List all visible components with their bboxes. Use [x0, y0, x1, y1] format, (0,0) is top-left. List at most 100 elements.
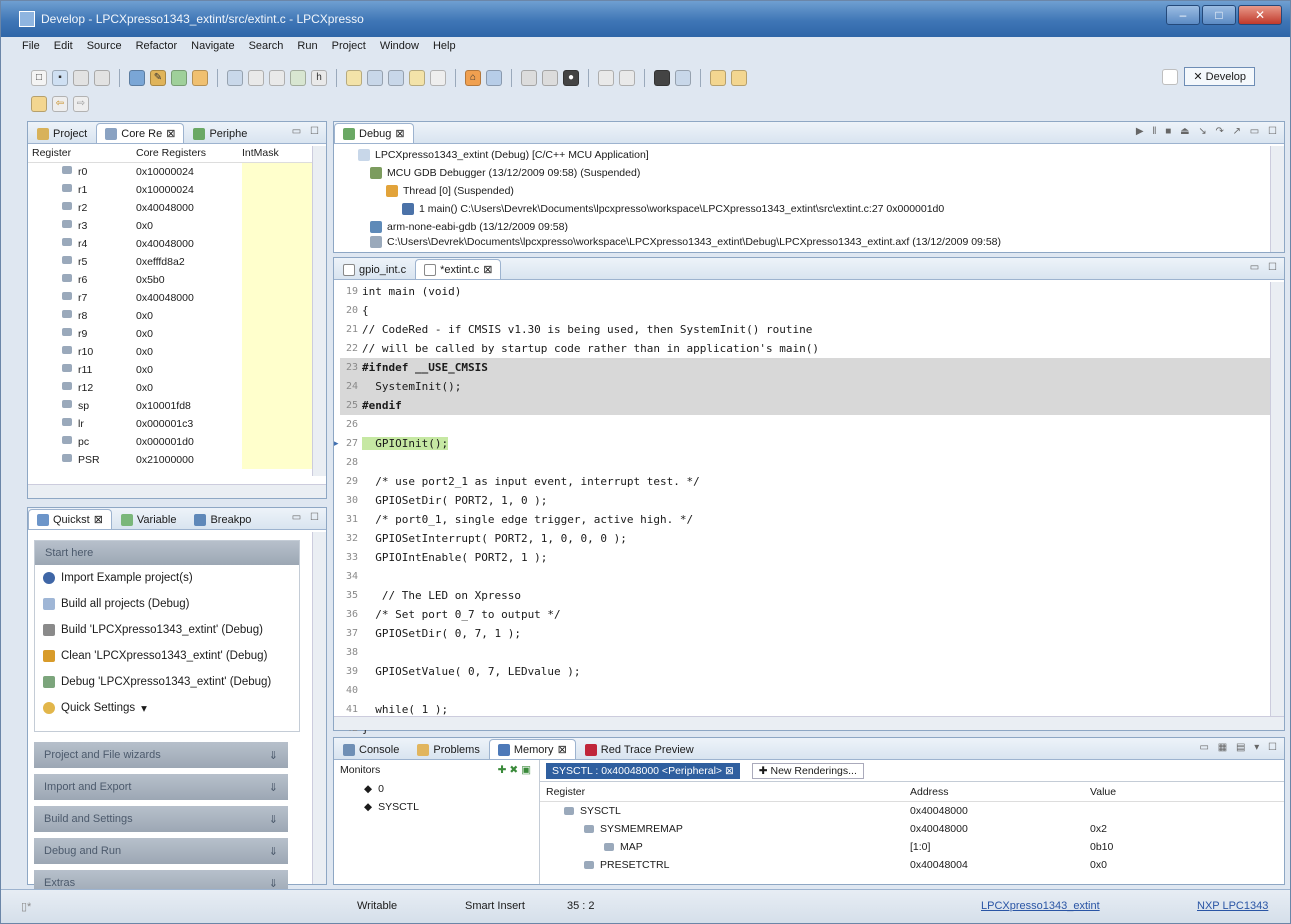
code-line[interactable]: 28 — [340, 453, 1284, 472]
register-row[interactable]: r3 0x0 — [28, 217, 326, 235]
code-line[interactable]: 30 GPIOSetDir( PORT2, 1, 0 ); — [340, 491, 1284, 510]
register-row[interactable]: r9 0x0 — [28, 325, 326, 343]
code-line[interactable]: 34 — [340, 567, 1284, 586]
memory-row[interactable]: MAP [1:0] 0b10 — [540, 838, 1284, 856]
code-line[interactable]: 36 /* Set port 0_7 to output */ — [340, 605, 1284, 624]
search-dropdown-icon[interactable] — [675, 70, 691, 86]
new-project-icon[interactable] — [227, 70, 243, 86]
new-icon[interactable]: □ — [31, 70, 47, 86]
code-line[interactable]: 31 /* port0_1, single edge trigger, acti… — [340, 510, 1284, 529]
last-edit-icon[interactable] — [31, 96, 47, 112]
code-line[interactable]: 19 int main (void) — [340, 282, 1284, 301]
menu-window[interactable]: Window — [379, 40, 420, 58]
tab-peripherals[interactable]: Periphe — [184, 123, 256, 143]
menu-run[interactable]: Run — [296, 40, 318, 58]
clean-project-link[interactable]: Clean 'LPCXpresso1343_extint' (Debug) — [35, 643, 299, 669]
register-row[interactable]: r2 0x40048000 — [28, 199, 326, 217]
tab-console[interactable]: Console — [334, 739, 408, 759]
debug-stack-frame[interactable]: 1 main() C:\Users\Devrek\Documents\lpcxp… — [358, 200, 1284, 218]
start-here-header[interactable]: Start here — [35, 541, 299, 565]
minimize-button[interactable]: – — [1166, 5, 1200, 25]
debug-target[interactable]: MCU GDB Debugger (13/12/2009 09:58) (Sus… — [358, 164, 1284, 182]
debug-gdb-process[interactable]: arm-none-eabi-gdb (13/12/2009 09:58) — [358, 218, 1284, 236]
status-project-link[interactable]: LPCXpresso1343_extint — [981, 900, 1100, 912]
section-debug-run[interactable]: Debug and Run ⇓ — [34, 838, 288, 864]
run-icon[interactable] — [192, 70, 208, 86]
tab-gpio-int[interactable]: gpio_int.c — [334, 259, 415, 279]
step-into-icon[interactable] — [486, 70, 502, 86]
code-line[interactable]: 38 — [340, 643, 1284, 662]
maximize-button[interactable]: □ — [1202, 5, 1236, 25]
new-class-icon[interactable] — [290, 70, 306, 86]
monitor-item[interactable]: ◆ 0 — [334, 780, 539, 798]
tab-problems[interactable]: Problems — [408, 739, 488, 759]
import-example-link[interactable]: Import Example project(s) — [35, 565, 299, 591]
code-line[interactable]: 25 #endif — [340, 396, 1284, 415]
code-line[interactable]: 33 GPIOIntEnable( PORT2, 1 ); — [340, 548, 1284, 567]
target-icon[interactable] — [654, 70, 670, 86]
section-import-export[interactable]: Import and Export ⇓ — [34, 774, 288, 800]
memory-row[interactable]: SYSCTL 0x40048000 — [540, 802, 1284, 820]
register-row[interactable]: PSR 0x21000000 — [28, 451, 326, 469]
debug-toolbar[interactable]: ▶ ‖ ■ ⏏ ↘ ↷ ↗ ▭ ☐ — [1136, 126, 1280, 137]
external-tools-icon[interactable] — [598, 70, 614, 86]
perspective-develop-button[interactable]: ✕ Develop — [1184, 67, 1255, 86]
menu-edit[interactable]: Edit — [53, 40, 74, 58]
register-row[interactable]: lr 0x000001c3 — [28, 415, 326, 433]
menu-search[interactable]: Search — [248, 40, 285, 58]
tab-breakpoints[interactable]: Breakpo — [185, 509, 260, 529]
register-row[interactable]: r5 0xefffd8a2 — [28, 253, 326, 271]
pencil-icon[interactable] — [731, 70, 747, 86]
tab-debug[interactable]: Debug ⊠ — [334, 123, 414, 143]
register-row[interactable]: r0 0x10000024 — [28, 163, 326, 181]
debug-thread[interactable]: Thread [0] (Suspended) — [358, 182, 1284, 200]
back-icon[interactable]: ⇦ — [52, 96, 68, 112]
save-icon[interactable]: ▪ — [52, 70, 68, 86]
menu-file[interactable]: File — [21, 40, 41, 58]
code-line[interactable]: 21 // CodeRed - if CMSIS v1.30 is being u… — [340, 320, 1284, 339]
register-row[interactable]: r4 0x40048000 — [28, 235, 326, 253]
tab-core-registers[interactable]: Core Re ⊠ — [96, 123, 185, 143]
tab-red-trace[interactable]: Red Trace Preview — [576, 739, 703, 759]
annotation-icon[interactable] — [409, 70, 425, 86]
debug-icon[interactable] — [171, 70, 187, 86]
register-row[interactable]: r12 0x0 — [28, 379, 326, 397]
quick-settings-link[interactable]: Quick Settings ▾ — [35, 695, 299, 721]
new-file-icon[interactable] — [248, 70, 264, 86]
bug-icon[interactable]: ● — [563, 70, 579, 86]
open-perspective-icon[interactable] — [1162, 68, 1179, 85]
editor-hscrollbar[interactable] — [334, 716, 1284, 730]
build-project-link[interactable]: Build 'LPCXpresso1343_extint' (Debug) — [35, 617, 299, 643]
code-line[interactable]: 26 — [340, 415, 1284, 434]
tab-variables[interactable]: Variable — [112, 509, 186, 529]
code-line[interactable]: 37 GPIOSetDir( 0, 7, 1 ); — [340, 624, 1284, 643]
register-row[interactable]: r10 0x0 — [28, 343, 326, 361]
code-line[interactable]: 29 /* use port2_1 as input event, interr… — [340, 472, 1284, 491]
register-hscrollbar[interactable] — [28, 484, 326, 498]
register-row[interactable]: r1 0x10000024 — [28, 181, 326, 199]
status-target-link[interactable]: NXP LPC1343 — [1197, 900, 1268, 912]
build-icon[interactable]: ✎ — [150, 70, 166, 86]
memory-row[interactable]: SYSMEMREMAP 0x40048000 0x2 — [540, 820, 1284, 838]
search-icon[interactable] — [388, 70, 404, 86]
tab-quickstart[interactable]: Quickst ⊠ — [28, 509, 112, 529]
close-button[interactable]: ✕ — [1238, 5, 1282, 25]
section-project-wizards[interactable]: Project and File wizards ⇓ — [34, 742, 288, 768]
register-row[interactable]: pc 0x000001d0 — [28, 433, 326, 451]
code-line[interactable]: 35 // The LED on Xpresso — [340, 586, 1284, 605]
section-build-settings[interactable]: Build and Settings ⇓ — [34, 806, 288, 832]
tab-memory[interactable]: Memory ⊠ — [488, 739, 576, 759]
code-line[interactable]: 27 GPIOInit(); — [340, 434, 1284, 453]
home-icon[interactable]: ⌂ — [465, 70, 481, 86]
tab-project[interactable]: Project — [28, 123, 96, 143]
tab-extint[interactable]: *extint.c ⊠ — [415, 259, 502, 279]
memory-toolbar[interactable]: ▭ ▦ ▤ ▾ ☐ — [1200, 742, 1280, 753]
terminate-icon[interactable] — [521, 70, 537, 86]
run-last-icon[interactable] — [619, 70, 635, 86]
code-line[interactable]: 20 { — [340, 301, 1284, 320]
monitor-item[interactable]: ◆ SYSCTL — [334, 798, 539, 816]
debug-project-link[interactable]: Debug 'LPCXpresso1343_extint' (Debug) — [35, 669, 299, 695]
save-all-icon[interactable] — [73, 70, 89, 86]
header-file-icon[interactable]: h — [311, 70, 327, 86]
register-row[interactable]: sp 0x10001fd8 — [28, 397, 326, 415]
